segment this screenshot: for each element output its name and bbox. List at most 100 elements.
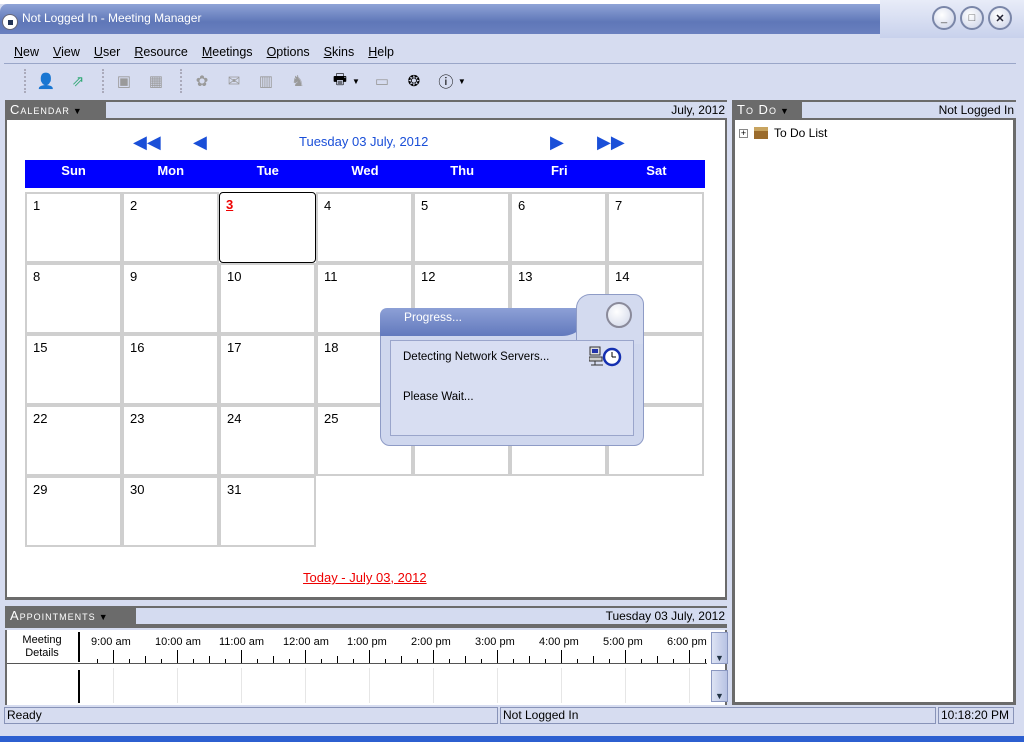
day-cell[interactable]: 29 [25,476,122,547]
menu-skins[interactable]: Skins [324,45,355,59]
meeting-details-label: Meeting Details [22,634,62,659]
day-cell[interactable]: 4 [316,192,413,263]
minimize-button[interactable]: _ [932,6,956,30]
minor-tick [193,659,194,663]
globe-icon: ❂ [407,73,421,90]
day-cell[interactable]: 15 [25,334,122,405]
hour-gridline [305,668,306,703]
menu-resource[interactable]: Resource [134,45,188,59]
appointments-header: Appointments ▼ Tuesday 03 July, 2012 [5,606,727,628]
globe-button[interactable]: ❂ [400,69,428,93]
close-icon: ✕ [995,12,1005,25]
minor-tick [497,656,498,663]
timeline-scroll-button[interactable]: ▼ [711,632,728,664]
help-button[interactable]: ⓘ [432,69,460,93]
day-cell[interactable]: 7 [607,192,704,263]
minor-tick [129,659,130,663]
taskbar [0,736,1024,742]
minor-tick [161,659,162,663]
double-left-arrow-icon: ◀◀ [133,132,161,152]
hour-label: 5:00 pm [603,636,643,648]
right-arrow-icon: ▶ [550,132,564,152]
details-scroll-button[interactable]: ▼ [711,670,728,702]
day-cell[interactable]: 23 [122,405,219,476]
minor-tick [97,659,98,663]
day-cell[interactable]: 24 [219,405,316,476]
next-day-button[interactable]: ▶ [550,132,564,153]
maximize-button[interactable]: □ [960,6,984,30]
email-icon: ▭ [374,73,390,90]
menu-help[interactable]: Help [368,45,394,59]
today-link[interactable]: Today - July 03, 2012 [303,570,427,585]
weekday-thu: Thu [450,163,475,178]
menu-view[interactable]: View [53,45,80,59]
day-cell[interactable]: 1 [25,192,122,263]
dialog-sub-message: Please Wait... [403,391,474,403]
appointments-panel: Meeting Details ▼ ▼ 9:00 am 10:00 am 11:00 … [5,630,728,705]
dropdown-icon: ▼ [72,106,83,116]
hour-label: 1:00 pm [347,636,387,648]
minor-tick [273,656,274,663]
weekday-mon: Mon [157,163,185,178]
dropdown-icon: ▼ [98,612,109,622]
day-cell[interactable]: 16 [122,334,219,405]
day-cell[interactable]: 17 [219,334,316,405]
schedule-icon: ▦ [148,73,164,90]
help-dropdown-icon[interactable]: ▼ [458,77,466,86]
toolbar-separator [102,69,104,93]
day-cell[interactable]: 22 [25,405,122,476]
prev-day-button[interactable]: ◀ [193,132,207,153]
help-icon: ⓘ [438,73,454,91]
minor-tick [321,659,322,663]
todo-header: To Do ▼ Not Logged In [732,100,1016,120]
minor-tick [289,659,290,663]
mail-icon: ✉ [227,73,241,90]
app-window: Not Logged In - Meeting Manager _ □ ✕ Ne… [0,0,1024,742]
print-dropdown-icon[interactable]: ▼ [352,77,360,86]
refresh-button[interactable]: ⇗ [64,69,92,93]
next-month-button[interactable]: ▶▶ [597,132,625,153]
minor-tick [609,659,610,663]
day-cell[interactable]: 3 [219,192,316,263]
hour-label: 2:00 pm [411,636,451,648]
print-button[interactable]: 🖶 [326,69,354,93]
status-time: 10:18:20 PM [938,707,1014,724]
calendar-page-button[interactable]: ▣ [110,69,138,93]
schedule-button[interactable]: ▦ [142,69,170,93]
system-menu-icon[interactable] [2,14,18,30]
day-cell[interactable]: 31 [219,476,316,547]
day-cell[interactable]: 30 [122,476,219,547]
chair-button[interactable]: ♞ [284,69,312,93]
day-cell[interactable]: 2 [122,192,219,263]
minor-tick [385,659,386,663]
meeting-button[interactable]: ✿ [188,69,216,93]
appointments-menu-button[interactable]: Appointments ▼ [5,606,114,626]
minor-tick [561,656,562,663]
weekday-sun: Sun [61,163,86,178]
dialog-close-button[interactable] [606,302,632,328]
close-button[interactable]: ✕ [988,6,1012,30]
user-login-button[interactable]: 👤 [32,69,60,93]
day-cell[interactable]: 9 [122,263,219,334]
prev-month-button[interactable]: ◀◀ [133,132,161,153]
minor-tick [305,656,306,663]
menu-user[interactable]: User [94,45,120,59]
tree-item-todo-list[interactable]: + To Do List [739,126,827,140]
todo-menu-button[interactable]: To Do ▼ [732,100,795,120]
menu-options[interactable]: Options [267,45,310,59]
expand-icon[interactable]: + [739,128,748,138]
menu-new[interactable]: New [14,45,39,59]
mail-button[interactable]: ✉ [220,69,248,93]
day-cell[interactable]: 8 [25,263,122,334]
day-cell[interactable]: 5 [413,192,510,263]
building-button[interactable]: ▥ [252,69,280,93]
calendar-menu-button[interactable]: Calendar ▼ [5,100,88,120]
dialog-message: Detecting Network Servers... [403,351,550,363]
toolbar: 👤 ⇗ ▣ ▦ ✿ ✉ ▥ ♞ 🖶 ▼ ▭ ❂ ⓘ ▼ [4,66,1016,96]
email-button[interactable]: ▭ [368,69,396,93]
day-cell[interactable]: 6 [510,192,607,263]
minor-tick [433,656,434,663]
menu-meetings[interactable]: Meetings [202,45,253,59]
weekday-fri: Fri [550,163,568,178]
day-cell[interactable]: 10 [219,263,316,334]
